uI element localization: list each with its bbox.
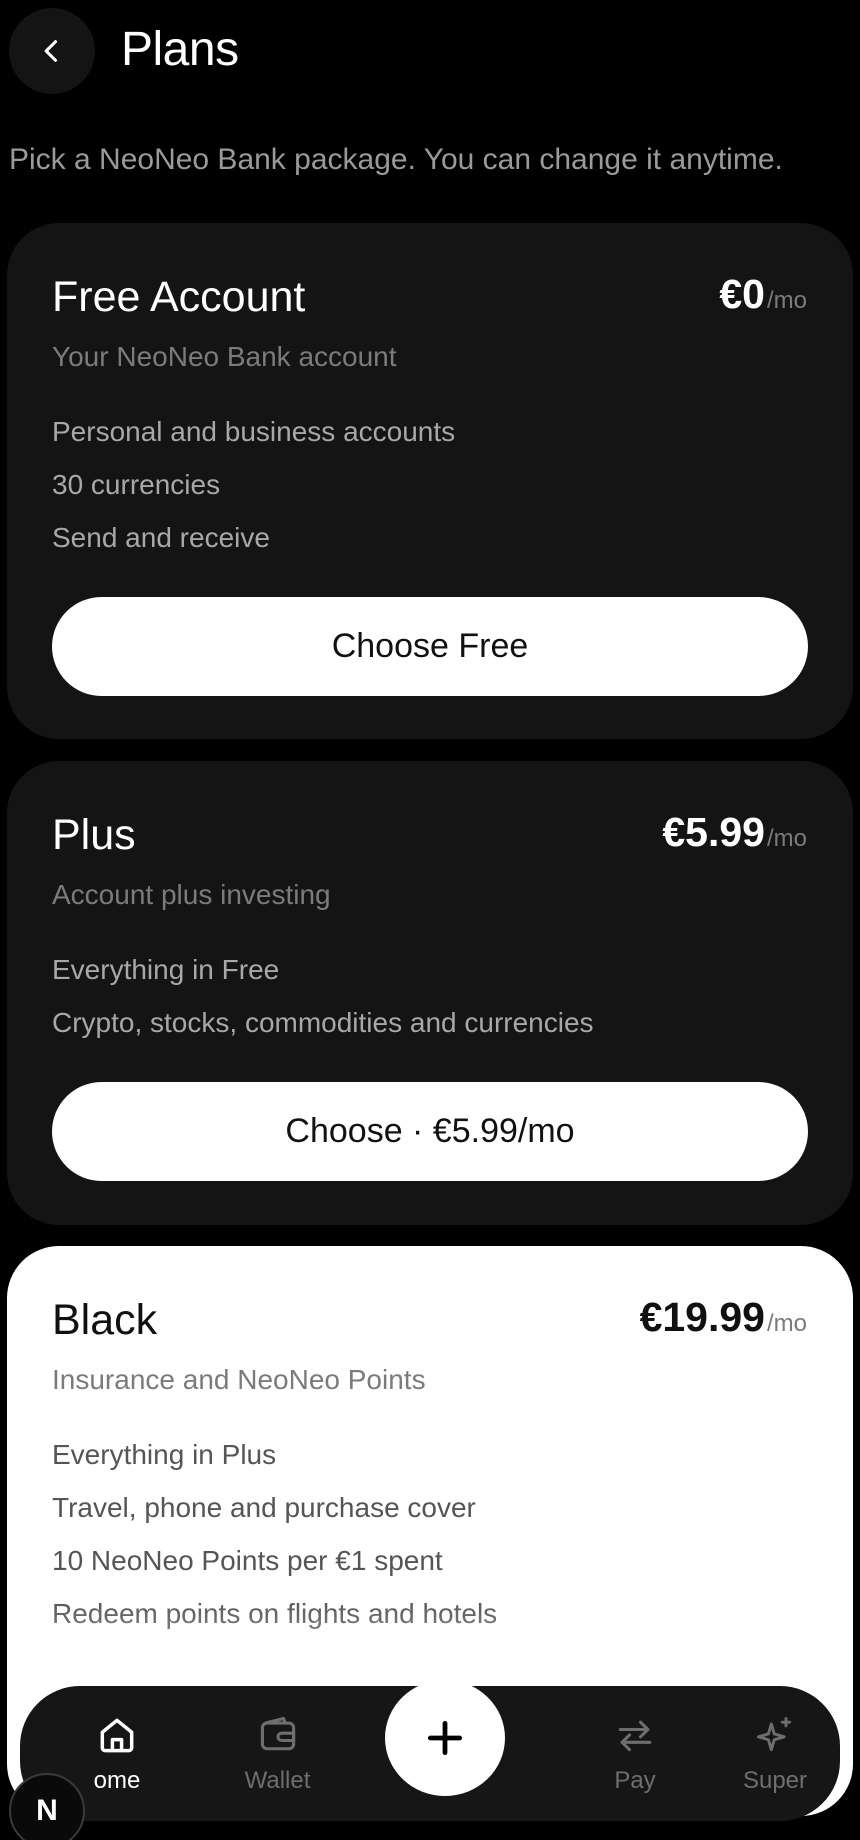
price-amount: €5.99 — [662, 809, 765, 855]
chevron-left-icon — [44, 40, 58, 62]
choose-plus-button[interactable]: Choose · €5.99/mo — [52, 1082, 808, 1181]
sparkles-icon — [757, 1716, 792, 1751]
tab-super[interactable]: Super — [720, 1686, 830, 1821]
app-logo-badge[interactable]: N — [9, 1773, 85, 1840]
tab-label: Super — [742, 1766, 808, 1794]
plan-card-free: Free Account €0 /mo Your NeoNeo Bank acc… — [7, 223, 853, 739]
feature-list: Everything in Free Crypto, stocks, commo… — [52, 943, 594, 1049]
plan-price: €19.99 /mo — [640, 1294, 807, 1341]
feature-item: Everything in Plus — [52, 1439, 277, 1470]
feature-item: Everything in Free — [52, 954, 280, 985]
page-subtitle: Pick a NeoNeo Bank package. You can chan… — [9, 143, 783, 176]
plan-tagline: Insurance and NeoNeo Points — [52, 1364, 426, 1395]
plan-name: Plus — [52, 811, 136, 859]
price-period: /mo — [766, 825, 807, 852]
plus-icon — [427, 1720, 463, 1756]
wallet-icon — [260, 1716, 295, 1750]
feature-item: 10 NeoNeo Points per €1 spent — [52, 1545, 443, 1576]
transfer-arrows-icon — [618, 1720, 652, 1751]
price-amount: €19.99 — [639, 1294, 765, 1340]
plan-tagline: Account plus investing — [52, 879, 331, 910]
tab-label: Pay — [614, 1766, 656, 1794]
plan-name: Free Account — [52, 273, 306, 321]
plan-price: €5.99 /mo — [662, 809, 807, 856]
home-icon — [100, 1718, 134, 1752]
tab-label: Wallet — [244, 1766, 311, 1794]
plan-name: Black — [52, 1296, 158, 1344]
add-button[interactable] — [385, 1680, 505, 1796]
header: Plans — [0, 0, 860, 110]
plan-price: €0 /mo — [719, 271, 807, 318]
tab-label: ome — [93, 1766, 141, 1794]
feature-list: Personal and business accounts 30 curren… — [52, 405, 455, 564]
tab-wallet[interactable]: Wallet — [205, 1686, 350, 1821]
plan-tagline: Your NeoNeo Bank account — [52, 341, 397, 372]
plan-card-plus: Plus €5.99 /mo Account plus investing Ev… — [7, 761, 853, 1225]
feature-item: Travel, phone and purchase cover — [52, 1492, 476, 1523]
page-title: Plans — [121, 23, 239, 76]
tab-pay[interactable]: Pay — [580, 1686, 690, 1821]
feature-item: Send and receive — [52, 522, 270, 553]
back-button[interactable] — [9, 8, 95, 94]
price-period: /mo — [766, 1310, 807, 1337]
price-amount: €0 — [719, 271, 765, 317]
feature-item: 30 currencies — [52, 469, 221, 500]
feature-item: Personal and business accounts — [52, 416, 456, 447]
feature-item: Crypto, stocks, commodities and currenci… — [52, 1007, 594, 1038]
choose-free-button[interactable]: Choose Free — [52, 597, 808, 696]
price-period: /mo — [766, 287, 807, 314]
